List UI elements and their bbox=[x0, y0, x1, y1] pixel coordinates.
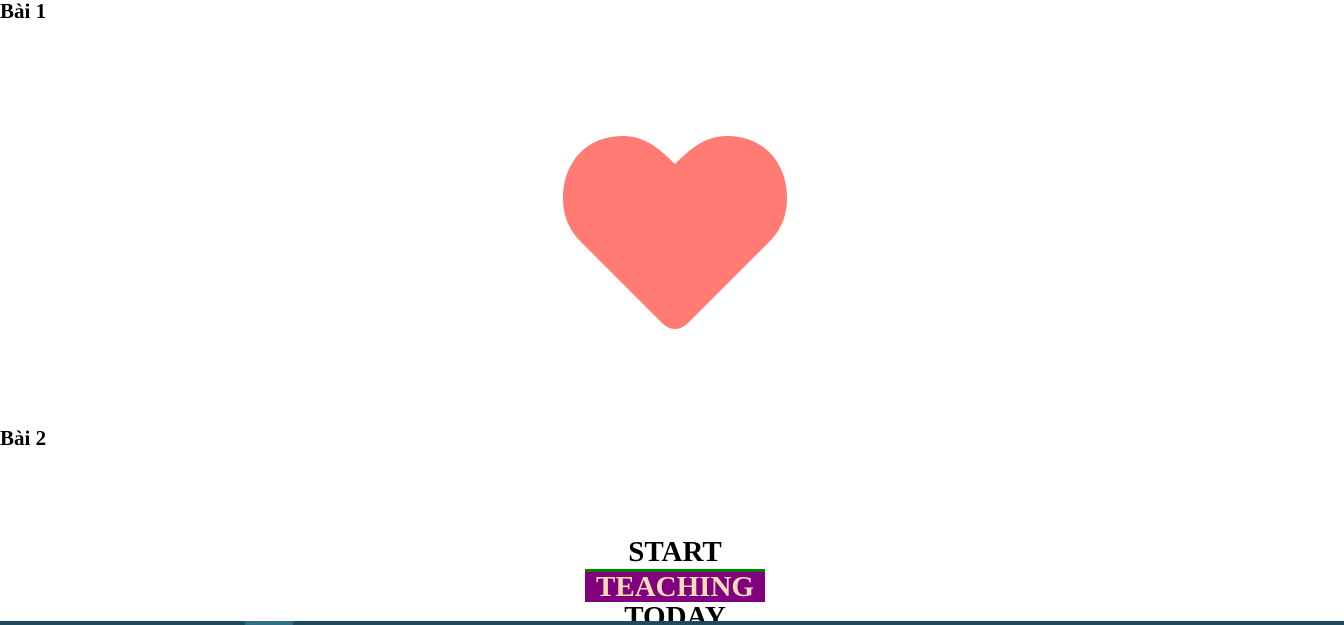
teaching-text: TEACHING bbox=[585, 569, 765, 602]
heart-shape bbox=[563, 136, 787, 329]
heart-graphic bbox=[563, 136, 787, 332]
heart-icon bbox=[563, 136, 787, 329]
section-heading-bai-2: Bài 2 bbox=[0, 426, 47, 450]
bottom-bar-highlight bbox=[245, 621, 293, 625]
section-heading-bai-1: Bài 1 bbox=[0, 0, 47, 23]
bottom-bar bbox=[0, 621, 1344, 625]
start-teaching-today-stack: START TEACHING TODAY bbox=[585, 536, 765, 625]
start-text: START bbox=[628, 536, 722, 568]
